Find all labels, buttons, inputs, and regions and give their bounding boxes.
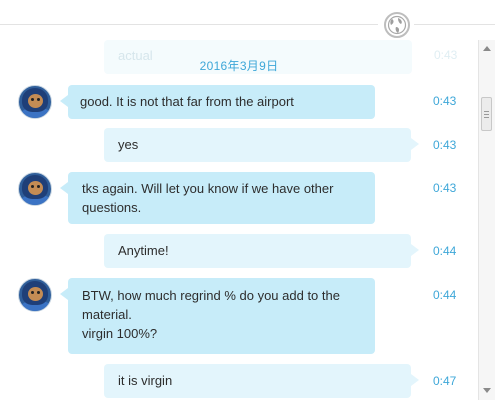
message-bubble[interactable]: Anytime! (104, 234, 419, 268)
message-text: BTW, how much regrind % do you add to th… (82, 288, 340, 303)
message-bubble[interactable]: BTW, how much regrind % do you add to th… (60, 278, 375, 354)
conversation-pane[interactable]: actual 0:43 2016年3月9日 good. It is not th… (0, 40, 478, 400)
message-text: it is virgin (118, 373, 173, 388)
message-bubble[interactable]: yes (104, 128, 419, 162)
message-time: 0:47 (433, 374, 457, 388)
message-time: 0:43 (433, 94, 457, 108)
message-text: material. (82, 307, 132, 322)
contact-avatar[interactable] (18, 172, 52, 206)
message-bubble[interactable]: it is virgin (104, 364, 419, 398)
message-time: 0:44 (433, 244, 457, 258)
contact-avatar[interactable] (18, 85, 52, 119)
message-text: Anytime! (118, 243, 169, 258)
message-bubble[interactable]: good. It is not that far from the airpor… (60, 85, 375, 119)
message-time: 0:43 (433, 181, 457, 195)
globe-icon[interactable] (384, 12, 410, 38)
message-text: questions. (82, 200, 142, 215)
vertical-scrollbar[interactable] (478, 40, 495, 400)
message-bubble[interactable]: tks again. Will let you know if we have … (60, 172, 375, 224)
scrollbar-thumb[interactable] (481, 97, 492, 131)
message-text: good. It is not that far from the airpor… (80, 94, 294, 109)
message-time: 0:44 (433, 288, 457, 302)
message-text: virgin 100%? (82, 326, 158, 341)
message-text: tks again. Will let you know if we have … (82, 181, 334, 196)
contact-avatar[interactable] (18, 278, 52, 312)
message-time: 0:43 (433, 138, 457, 152)
header-divider (0, 24, 378, 25)
scroll-up-arrow-icon[interactable] (483, 46, 491, 51)
date-separator: 2016年3月9日 (199, 59, 279, 73)
header-divider-right (414, 24, 495, 25)
scroll-down-arrow-icon[interactable] (483, 388, 491, 393)
message-text: yes (118, 137, 139, 152)
